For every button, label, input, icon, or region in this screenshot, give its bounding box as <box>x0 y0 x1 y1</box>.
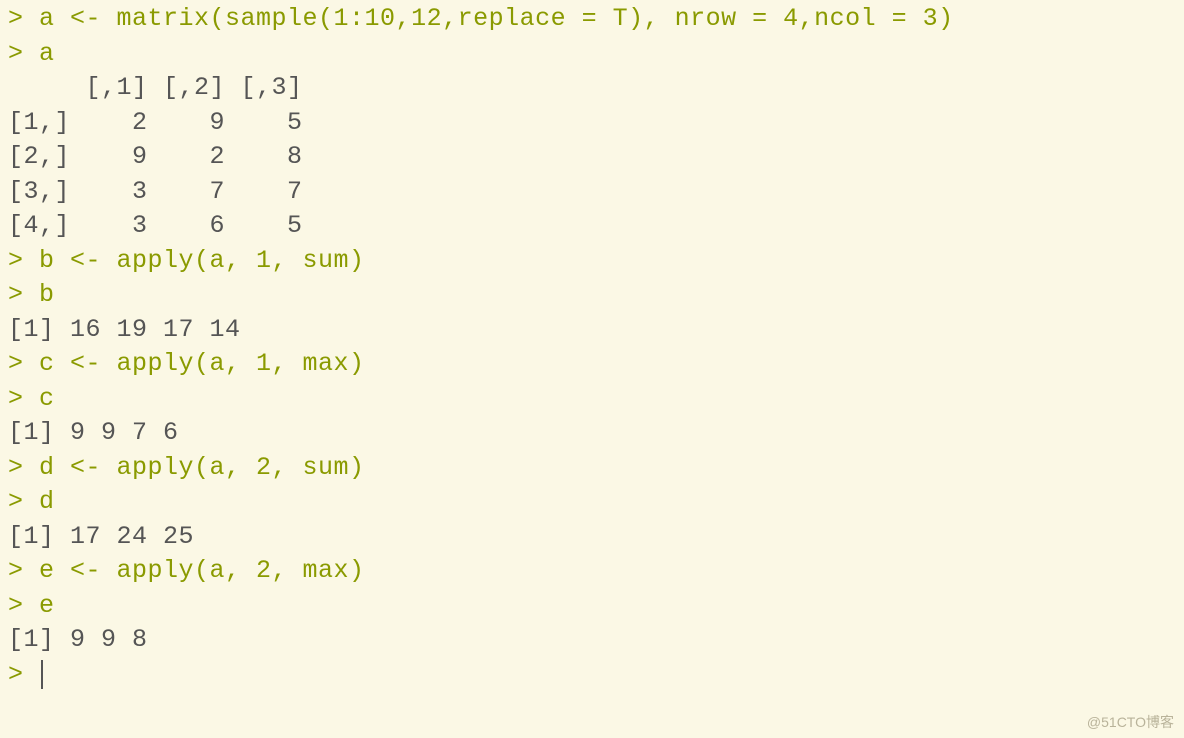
console-line-text: [1] 17 24 25 <box>8 522 194 551</box>
console-output-line: [1] 9 9 8 <box>8 623 1176 658</box>
console-output-line: [1] 16 19 17 14 <box>8 313 1176 348</box>
console-output-line: [4,] 3 6 5 <box>8 209 1176 244</box>
console-line-text: [1] 16 19 17 14 <box>8 315 241 344</box>
console-input-line: > b <- apply(a, 1, sum) <box>8 244 1176 279</box>
console-line-text: > c <box>8 384 55 413</box>
console-output-line: [1] 17 24 25 <box>8 520 1176 555</box>
console-line-text: [3,] 3 7 7 <box>8 177 303 206</box>
console-input-line: > e <- apply(a, 2, max) <box>8 554 1176 589</box>
console-output-line: [1] 9 9 7 6 <box>8 416 1176 451</box>
console-input-line: > <box>8 658 1176 693</box>
console-input-line: > c <- apply(a, 1, max) <box>8 347 1176 382</box>
console-line-text: > e <box>8 591 55 620</box>
console-input-line: > a <box>8 37 1176 72</box>
console-output-line: [,1] [,2] [,3] <box>8 71 1176 106</box>
console-line-text: [4,] 3 6 5 <box>8 211 303 240</box>
console-line-text: > b <- apply(a, 1, sum) <box>8 246 365 275</box>
r-console[interactable]: > a <- matrix(sample(1:10,12,replace = T… <box>0 0 1184 692</box>
console-line-text: > d <box>8 487 55 516</box>
console-line-text: [,1] [,2] [,3] <box>8 73 303 102</box>
console-line-text: > e <- apply(a, 2, max) <box>8 556 365 585</box>
console-input-line: > e <box>8 589 1176 624</box>
console-output-line: [1,] 2 9 5 <box>8 106 1176 141</box>
console-line-text: [2,] 9 2 8 <box>8 142 303 171</box>
console-output-line: [2,] 9 2 8 <box>8 140 1176 175</box>
console-line-text: > a <box>8 39 55 68</box>
console-output-line: [3,] 3 7 7 <box>8 175 1176 210</box>
watermark-text: @51CTO博客 <box>1087 713 1174 732</box>
console-line-text: [1] 9 9 7 6 <box>8 418 179 447</box>
console-line-text: > c <- apply(a, 1, max) <box>8 349 365 378</box>
console-line-text: [1,] 2 9 5 <box>8 108 303 137</box>
console-input-line: > b <box>8 278 1176 313</box>
console-input-line: > a <- matrix(sample(1:10,12,replace = T… <box>8 2 1176 37</box>
console-input-line: > d <- apply(a, 2, sum) <box>8 451 1176 486</box>
console-line-text: > a <- matrix(sample(1:10,12,replace = T… <box>8 4 954 33</box>
cursor <box>41 660 43 689</box>
console-line-text: [1] 9 9 8 <box>8 625 148 654</box>
console-line-text: > d <- apply(a, 2, sum) <box>8 453 365 482</box>
console-line-text: > <box>8 660 39 689</box>
console-input-line: > d <box>8 485 1176 520</box>
console-line-text: > b <box>8 280 55 309</box>
console-input-line: > c <box>8 382 1176 417</box>
